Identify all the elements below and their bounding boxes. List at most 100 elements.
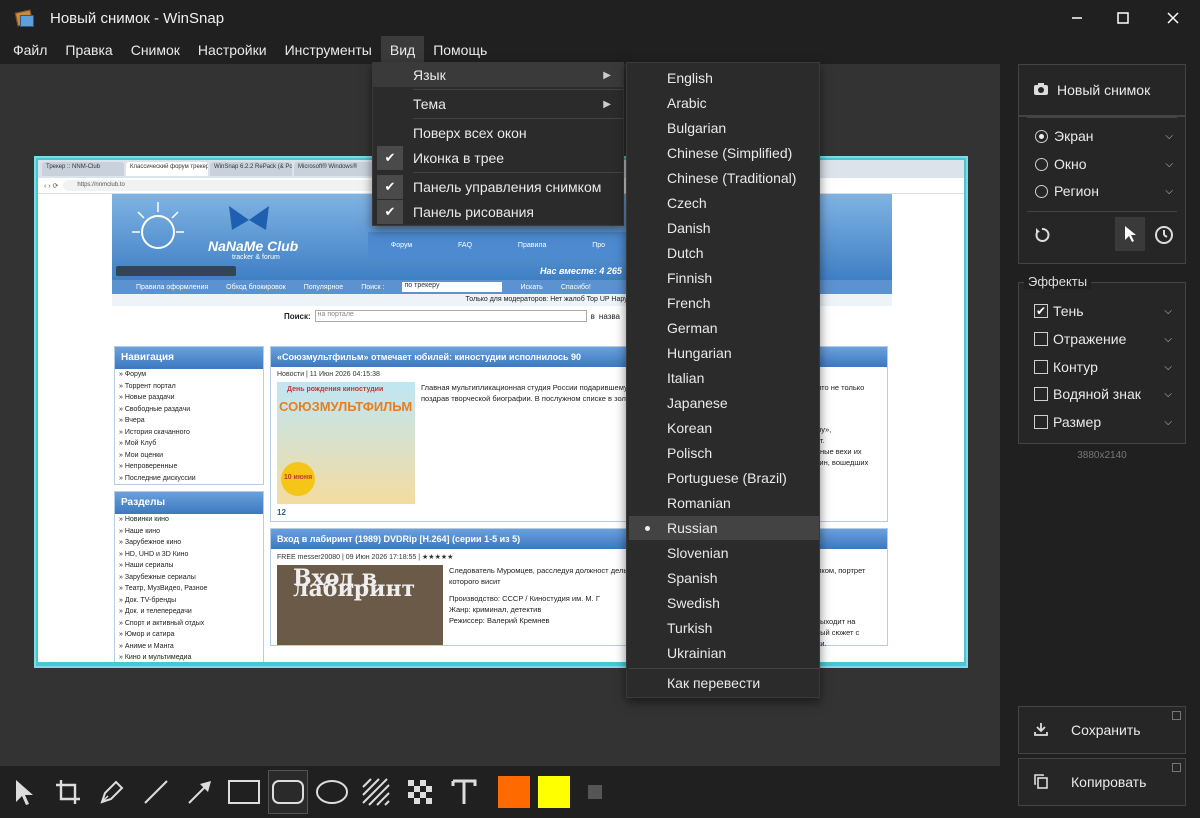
menu-settings[interactable]: Настройки	[189, 36, 276, 64]
checkmark-icon: ✔	[377, 175, 403, 199]
submenu-arrow-icon: ▶	[603, 98, 611, 110]
effect-outline[interactable]: Контур ⌵	[1018, 354, 1184, 380]
effect-size[interactable]: Размер ⌵	[1018, 409, 1184, 435]
menu-item-capture-panel[interactable]: ✔ Панель управления снимком	[373, 175, 623, 199]
list-item: » Кино и мультимедиа	[119, 654, 192, 661]
language-item[interactable]: Korean	[629, 416, 819, 440]
language-item[interactable]: Czech	[629, 191, 819, 215]
language-item[interactable]: Arabic	[629, 91, 819, 115]
cursor-toggle-icon[interactable]	[1115, 217, 1145, 251]
rounded-rectangle-icon[interactable]	[268, 770, 308, 814]
list-item: » Мои оценки	[119, 451, 164, 459]
language-item[interactable]: Bulgarian	[629, 116, 819, 140]
language-label: Russian	[667, 520, 718, 536]
language-item[interactable]: Ukrainian	[629, 641, 819, 665]
chevron-down-icon[interactable]: ⌵	[1165, 159, 1173, 170]
text-fragment: тин, вошедших	[816, 458, 869, 467]
menu-item-theme[interactable]: Тема ▶	[373, 92, 623, 116]
menu-item-label: Панель управления снимком	[413, 179, 602, 195]
list-item: » HD, UHD и 3D Кино	[119, 550, 189, 558]
menu-view[interactable]: Вид	[380, 36, 425, 64]
menu-tools[interactable]: Инструменты	[276, 36, 381, 64]
language-item[interactable]: Italian	[629, 366, 819, 390]
language-item[interactable]: Dutch	[629, 241, 819, 265]
save-label: Сохранить	[1071, 722, 1141, 738]
menu-item-draw-panel[interactable]: ✔ Панель рисования	[373, 200, 623, 224]
option-box-icon[interactable]	[1172, 711, 1181, 720]
crop-icon[interactable]	[48, 770, 88, 814]
mode-screen[interactable]: Экран ⌵	[1019, 123, 1185, 149]
mode-window[interactable]: Окно ⌵	[1019, 151, 1185, 177]
chevron-down-icon[interactable]: ⌵	[1164, 306, 1172, 317]
language-item[interactable]: Slovenian	[629, 541, 819, 565]
language-item[interactable]: Chinese (Simplified)	[629, 141, 819, 165]
menu-item-label: Язык	[413, 67, 446, 83]
primary-color-swatch[interactable]	[498, 776, 530, 808]
close-icon[interactable]	[1150, 0, 1196, 36]
minimize-icon[interactable]	[1054, 0, 1100, 36]
language-item[interactable]: Polisch	[629, 441, 819, 465]
language-item[interactable]: Finnish	[629, 266, 819, 290]
menu-item-on-top[interactable]: Поверх всех окон	[373, 121, 623, 145]
language-item[interactable]: Portuguese (Brazil)	[629, 466, 819, 490]
chevron-down-icon[interactable]: ⌵	[1164, 362, 1172, 373]
language-item[interactable]: Spanish	[629, 566, 819, 590]
panel-separator	[1027, 117, 1177, 118]
chevron-down-icon[interactable]: ⌵	[1165, 186, 1173, 197]
site-link: Популярное	[303, 283, 344, 291]
new-snapshot-button[interactable]: Новый снимок	[1018, 64, 1186, 116]
language-item[interactable]: Romanian	[629, 491, 819, 515]
menu-item-language[interactable]: Язык ▶	[373, 63, 623, 87]
language-item[interactable]: Chinese (Traditional)	[629, 166, 819, 190]
language-item[interactable]: German	[629, 316, 819, 340]
text-icon[interactable]	[444, 770, 484, 814]
secondary-color-swatch[interactable]	[538, 776, 570, 808]
chevron-down-icon[interactable]: ⌵	[1165, 131, 1173, 142]
chevron-down-icon[interactable]: ⌵	[1164, 417, 1172, 428]
pen-icon[interactable]	[92, 770, 132, 814]
mode-label: Окно	[1054, 156, 1087, 172]
how-to-translate-link[interactable]: Как перевести	[629, 671, 819, 695]
pointer-icon[interactable]	[4, 770, 44, 814]
radio-icon	[1035, 157, 1048, 171]
arrow-icon[interactable]	[180, 770, 220, 814]
menu-help[interactable]: Помощь	[424, 36, 496, 64]
repeat-capture-icon[interactable]	[1029, 220, 1055, 250]
language-item[interactable]: Japanese	[629, 391, 819, 415]
chevron-down-icon[interactable]: ⌵	[1164, 389, 1172, 400]
language-item-selected[interactable]: Russian	[629, 516, 819, 540]
language-item[interactable]: Turkish	[629, 616, 819, 640]
menu-file[interactable]: Файл	[4, 36, 56, 64]
maximize-icon[interactable]	[1100, 0, 1146, 36]
effect-shadow[interactable]: ✔ Тень ⌵	[1018, 298, 1184, 324]
language-item[interactable]: Swedish	[629, 591, 819, 615]
menu-item-tray-icon[interactable]: ✔ Иконка в трее	[373, 146, 623, 170]
language-item[interactable]: Danish	[629, 216, 819, 240]
copy-button[interactable]: Копировать	[1018, 758, 1186, 806]
menu-bar: Файл Правка Снимок Настройки Инструменты…	[0, 36, 1200, 64]
rectangle-icon[interactable]	[224, 770, 264, 814]
portal-search-button: назва	[598, 311, 620, 321]
image-size-readout: 3880x2140	[1077, 450, 1127, 461]
mode-region[interactable]: Регион ⌵	[1019, 178, 1185, 204]
hatch-icon[interactable]	[356, 770, 396, 814]
save-button[interactable]: Сохранить	[1018, 706, 1186, 754]
menu-capture[interactable]: Снимок	[122, 36, 189, 64]
line-width-icon[interactable]	[588, 785, 602, 799]
effect-watermark[interactable]: Водяной знак ⌵	[1018, 381, 1184, 407]
post-text-fragments: му», ет. вные вехи их тин, вошедших выхо…	[816, 424, 868, 649]
pixelate-icon[interactable]	[400, 770, 440, 814]
line-icon[interactable]	[136, 770, 176, 814]
chevron-down-icon[interactable]: ⌵	[1164, 334, 1172, 345]
menu-edit[interactable]: Правка	[56, 36, 121, 64]
site-nav-item: Правила	[517, 241, 547, 249]
site-link: Правила оформления	[136, 283, 209, 291]
captured-image[interactable]: Трекер :: NNM-Club Классический форум тр…	[34, 156, 968, 668]
ellipse-icon[interactable]	[312, 770, 352, 814]
option-box-icon[interactable]	[1172, 763, 1181, 772]
timer-icon[interactable]	[1151, 220, 1177, 250]
language-item[interactable]: Hungarian	[629, 341, 819, 365]
effect-reflection[interactable]: Отражение ⌵	[1018, 326, 1184, 352]
language-item[interactable]: French	[629, 291, 819, 315]
language-item[interactable]: English	[629, 66, 819, 90]
